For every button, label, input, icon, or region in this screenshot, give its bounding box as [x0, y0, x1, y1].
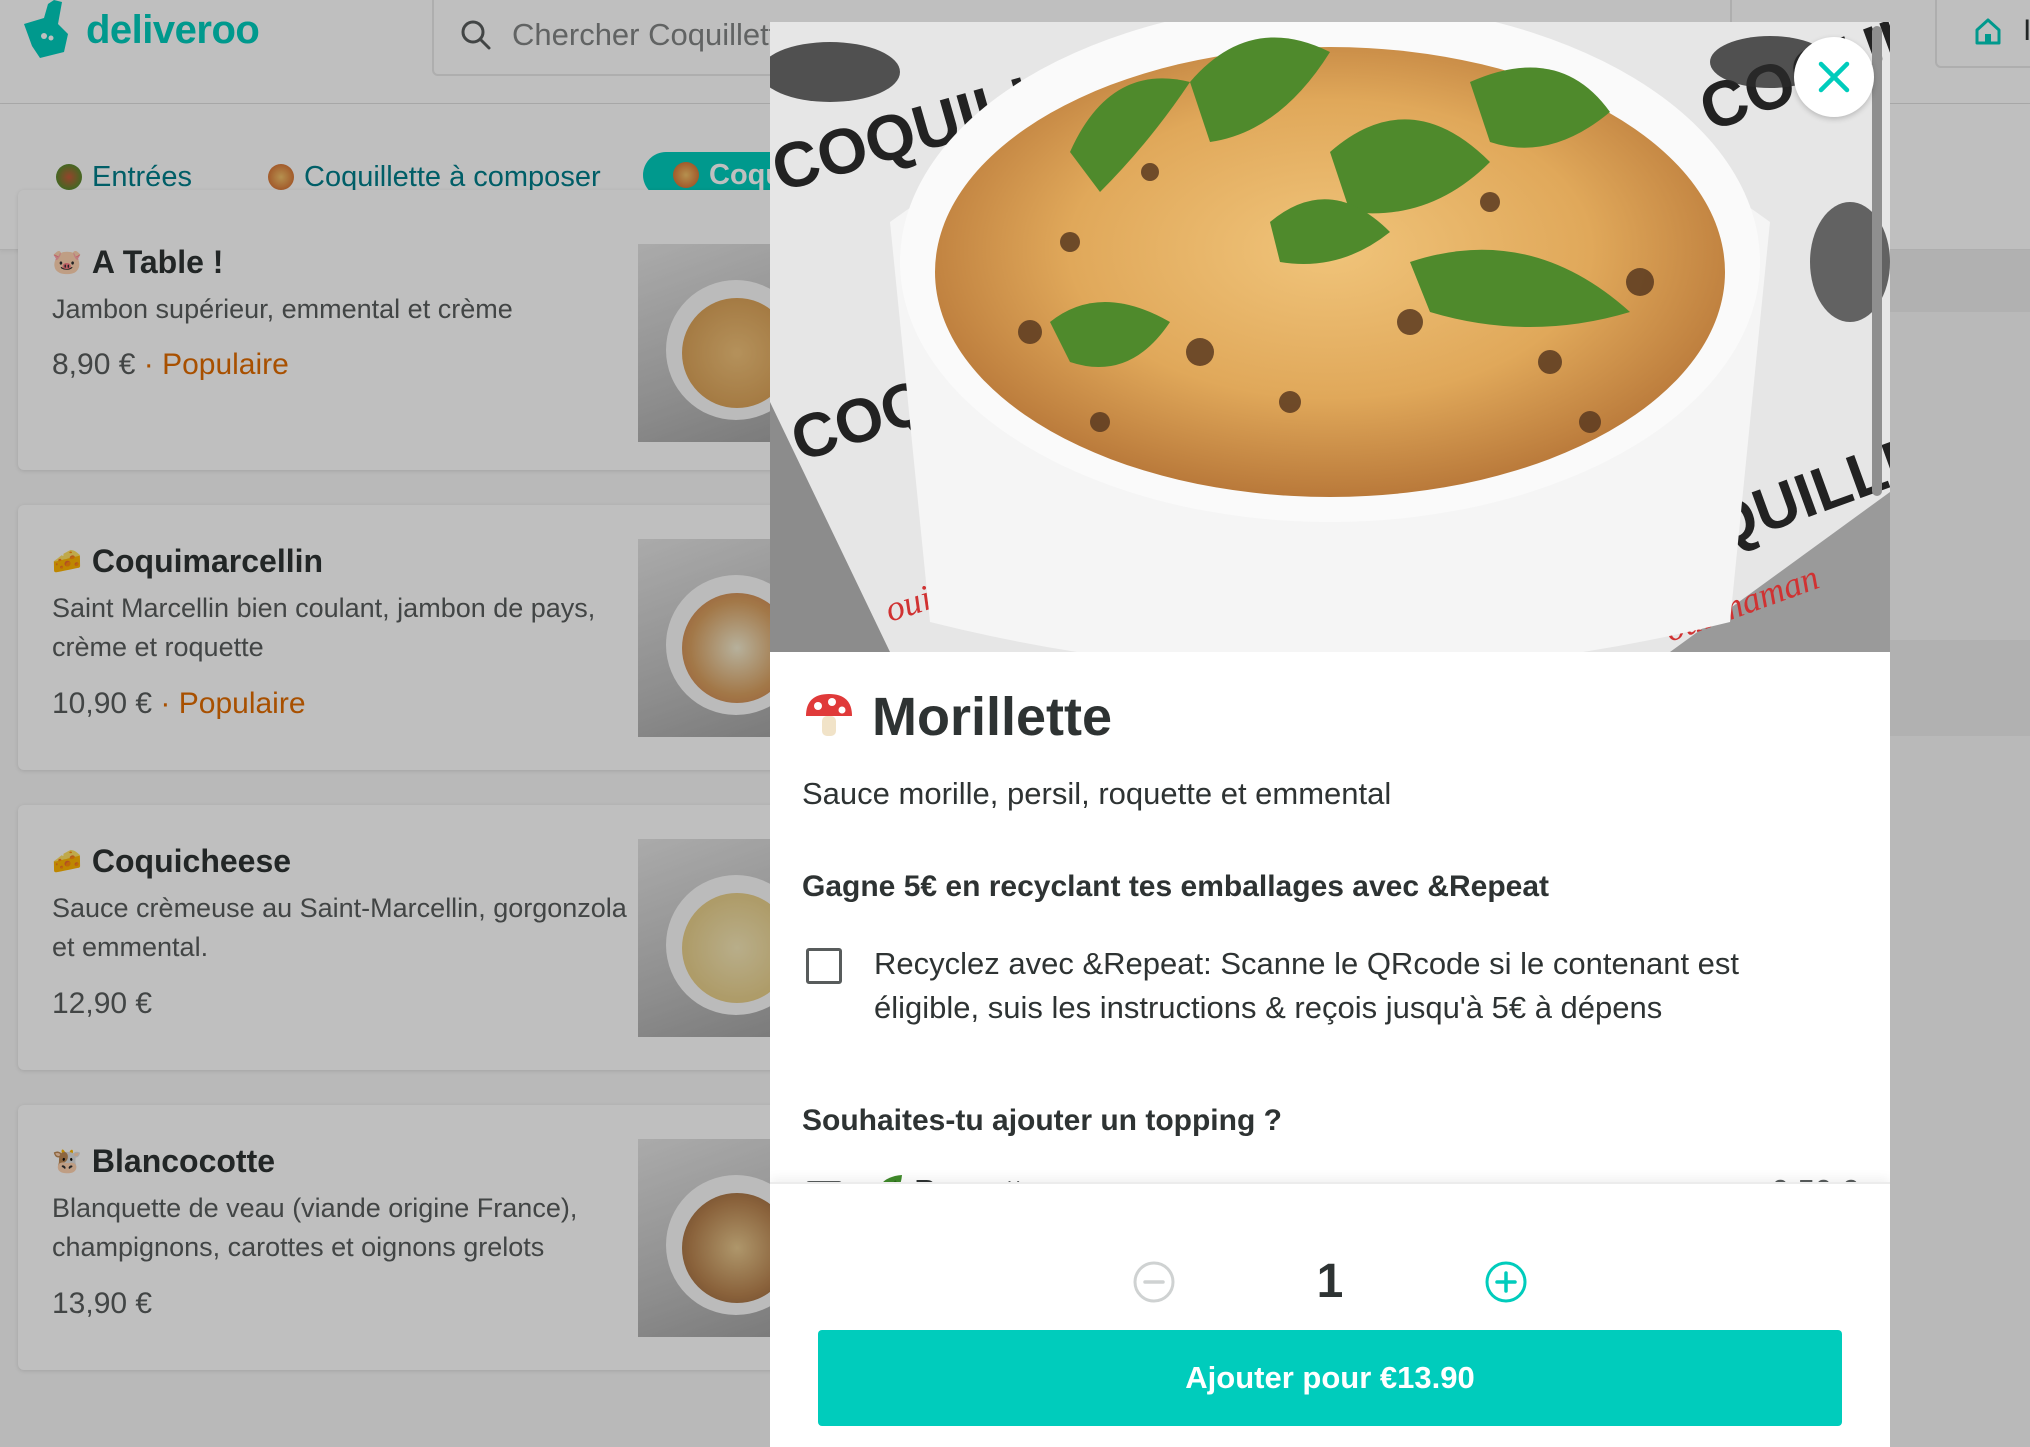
recycle-checkbox[interactable] — [806, 948, 842, 984]
item-name: Morillette — [872, 687, 1113, 747]
item-modal: COQUILLETTES COQUILLETTES COQUILLETTES C… — [770, 22, 1890, 1447]
quantity-value: 1 — [1316, 1255, 1344, 1308]
close-button[interactable] — [1794, 37, 1874, 117]
mushroom-icon — [806, 694, 852, 736]
modal-footer: 1 Ajouter pour €13.90 — [770, 1182, 1890, 1447]
pasta-bowl-photo: COQUILLETTES COQUILLETTES COQUILLETTES C… — [770, 22, 1890, 652]
item-photo: COQUILLETTES COQUILLETTES COQUILLETTES C… — [770, 22, 1890, 652]
close-icon — [1818, 61, 1850, 93]
modal-scrollbar[interactable] — [1872, 26, 1882, 496]
add-to-basket-label: Ajouter pour €13.90 — [1185, 1360, 1475, 1395]
add-to-basket-button[interactable]: Ajouter pour €13.90 — [818, 1330, 1842, 1426]
item-title: Morillette — [802, 686, 1112, 748]
item-description: Sauce morille, persil, roquette et emmen… — [802, 776, 1392, 811]
increase-quantity-button[interactable] — [1484, 1260, 1528, 1304]
recycle-section-title: Gagne 5€ en recyclant tes emballages ave… — [802, 870, 1550, 903]
topping-section-title: Souhaites-tu ajouter un topping ? — [802, 1104, 1282, 1137]
recycle-option-label: Recyclez avec &Repeat: Scanne le QRcode … — [874, 946, 1740, 1025]
decrease-quantity-button[interactable] — [1132, 1260, 1176, 1304]
